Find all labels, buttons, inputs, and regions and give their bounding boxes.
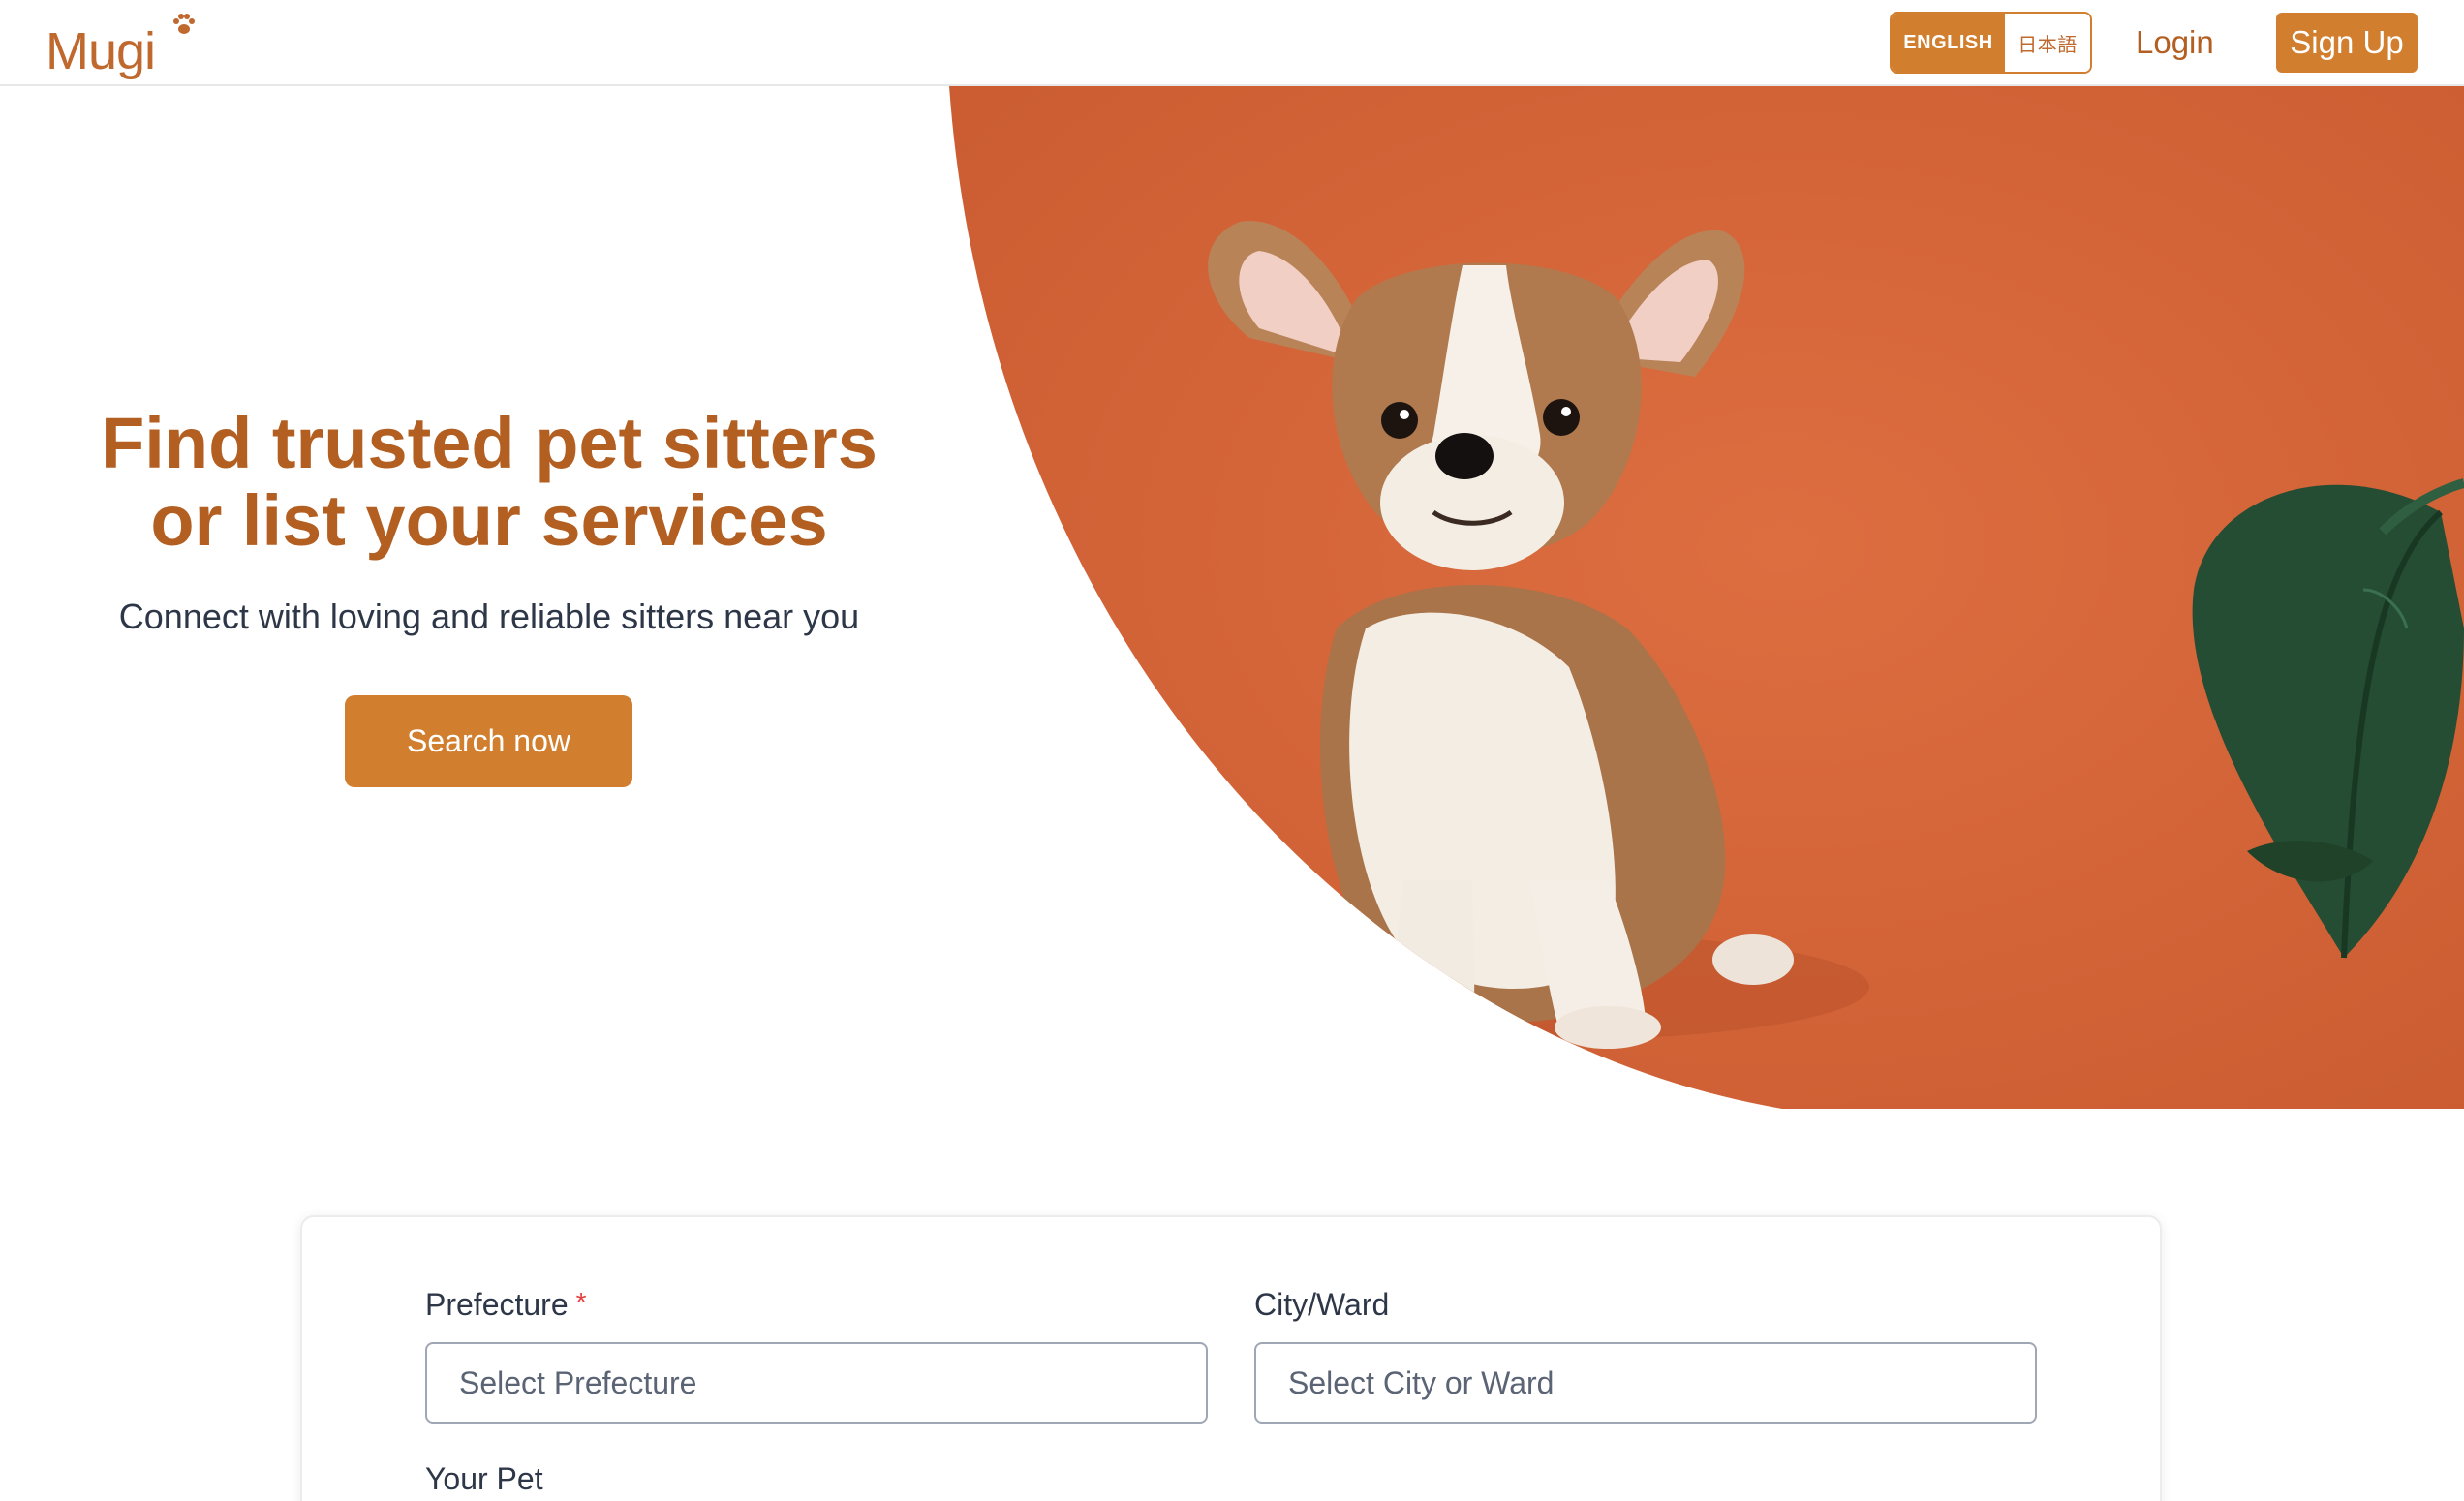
- paw-icon: [173, 14, 195, 34]
- prefecture-placeholder: Select Prefecture: [459, 1364, 697, 1400]
- hero-title-line-1: Find trusted pet sitters: [101, 403, 878, 483]
- mugi-logo[interactable]: Mugi: [46, 10, 195, 80]
- city-ward-select[interactable]: Select City or Ward: [1254, 1342, 2037, 1424]
- lang-english-button[interactable]: ENGLISH: [1892, 14, 2005, 72]
- top-nav: Mugi ENGLISH 日本語 Login Sign Up: [0, 0, 2464, 86]
- language-toggle: ENGLISH 日本語: [1890, 12, 2092, 74]
- prefecture-select[interactable]: Select Prefecture: [425, 1342, 1208, 1424]
- required-mark: *: [575, 1287, 587, 1317]
- your-pet-label: Your Pet: [425, 1461, 543, 1496]
- prefecture-label-text: Prefecture: [425, 1287, 569, 1322]
- hero-title-line-2: or list your services: [150, 480, 828, 561]
- logo-text: Mugi: [46, 22, 156, 80]
- city-ward-label: City/Ward: [1254, 1287, 1390, 1322]
- hero-image: [949, 86, 2464, 1109]
- search-now-button[interactable]: Search now: [345, 695, 632, 787]
- city-ward-placeholder: Select City or Ward: [1288, 1364, 1555, 1400]
- hero-title: Find trusted pet sitters or list your se…: [58, 405, 920, 560]
- login-link[interactable]: Login: [2136, 17, 2214, 68]
- signup-button[interactable]: Sign Up: [2276, 13, 2418, 73]
- lang-japanese-button[interactable]: 日本語: [2005, 14, 2090, 72]
- prefecture-label: Prefecture *: [425, 1287, 587, 1323]
- hero-subtitle: Connect with loving and reliable sitters…: [118, 597, 860, 636]
- search-form-card: Prefecture * Select Prefecture City/Ward …: [300, 1215, 2162, 1501]
